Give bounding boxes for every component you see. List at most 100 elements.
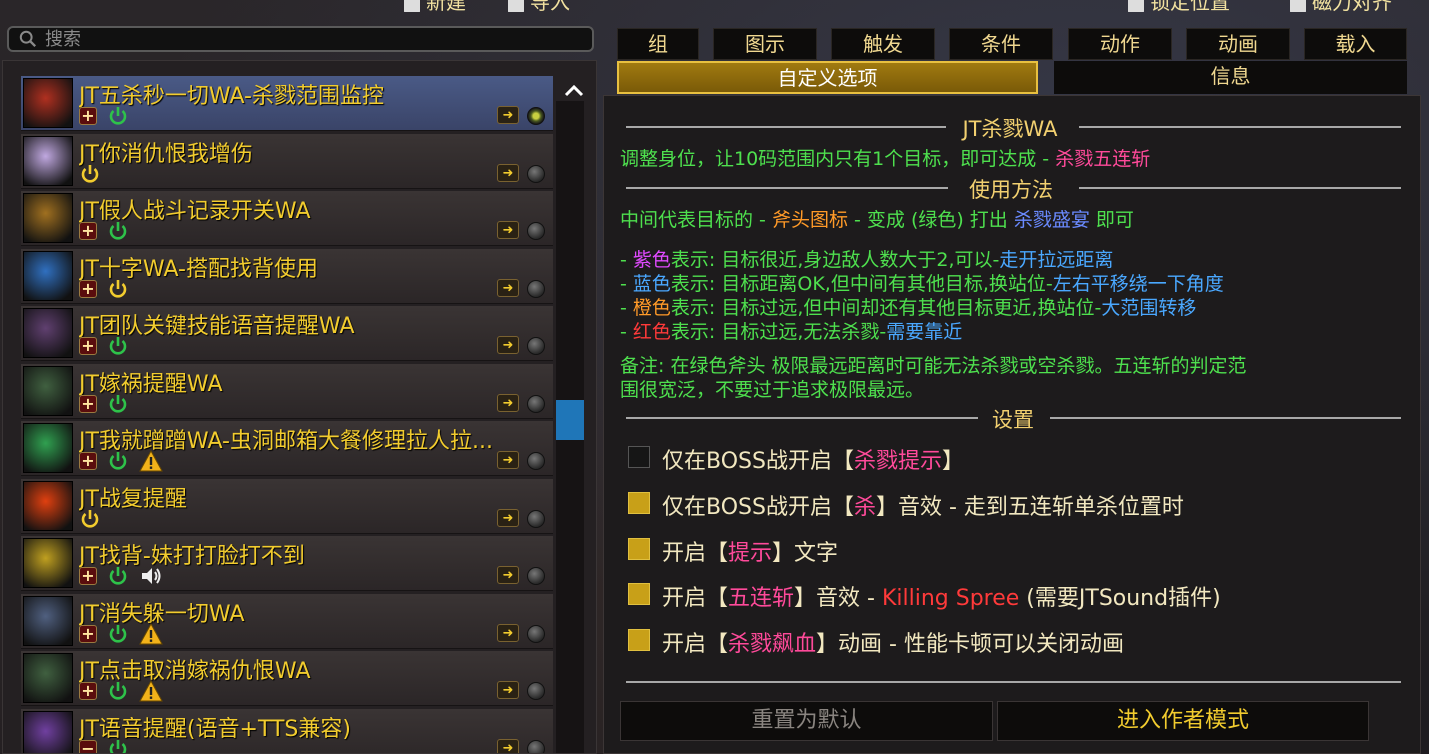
list-item[interactable]: JT你消仇恨我增伤 ➜ — [21, 133, 553, 189]
legend-red: - 红色表示: 目标过远,无法杀戮-需要靠近 — [620, 321, 963, 343]
visibility-toggle-icon[interactable] — [527, 222, 545, 240]
checkbox-boss-kill-hint[interactable] — [628, 446, 650, 468]
expand-button[interactable]: + — [79, 279, 97, 298]
expand-button[interactable]: − — [79, 739, 97, 753]
aura-title: JT嫁祸提醒WA — [79, 371, 223, 397]
list-item[interactable]: JT语音提醒(语音+TTS兼容) − ➜ — [21, 708, 553, 754]
tab-load[interactable]: 载入 — [1304, 28, 1407, 60]
power-icon[interactable] — [107, 565, 129, 587]
power-icon[interactable] — [107, 680, 129, 702]
visibility-toggle-icon[interactable] — [527, 509, 545, 528]
magnet-align-button[interactable]: 磁力对齐 — [1290, 0, 1392, 12]
tab-display[interactable]: 图示 — [713, 28, 817, 60]
aura-controls: + — [79, 392, 129, 416]
tab-actions[interactable]: 动作 — [1068, 28, 1172, 60]
option-boss-kill-sound: 仅在BOSS战开启【杀】音效 - 走到五连斩单杀位置时 — [662, 495, 1184, 520]
search-input[interactable] — [43, 27, 547, 51]
visibility-toggle-icon[interactable] — [527, 624, 545, 643]
arrow-right-icon[interactable]: ➜ — [497, 336, 519, 354]
section-title-main: JT杀戮WA — [962, 117, 1058, 141]
aura-icon — [23, 308, 73, 358]
scrollbar-thumb[interactable] — [556, 400, 584, 440]
power-icon[interactable] — [107, 278, 129, 300]
visibility-toggle-icon[interactable] — [527, 394, 545, 413]
arrow-right-icon[interactable]: ➜ — [497, 451, 519, 469]
aura-controls — [79, 162, 101, 186]
expand-button[interactable]: + — [79, 107, 97, 125]
list-item[interactable]: JT消失躲一切WA + ➜ — [21, 593, 553, 649]
arrow-right-icon[interactable]: ➜ — [497, 623, 519, 642]
tab-animations[interactable]: 动画 — [1186, 28, 1290, 60]
arrow-right-icon[interactable]: ➜ — [497, 508, 519, 527]
checkbox-blood-animation[interactable] — [628, 629, 650, 651]
tab-info[interactable]: 信息 — [1054, 61, 1407, 94]
power-icon[interactable] — [107, 335, 129, 357]
option-hint-text: 开启【提示】文字 — [662, 541, 839, 566]
warning-icon — [139, 450, 163, 472]
power-icon[interactable] — [107, 393, 129, 415]
power-icon[interactable] — [107, 738, 129, 754]
power-icon[interactable] — [107, 623, 129, 645]
aura-title: JT你消仇恨我增伤 — [79, 141, 253, 167]
power-icon[interactable] — [107, 105, 129, 127]
new-button[interactable]: 新建 — [404, 0, 466, 12]
tab-trigger[interactable]: 触发 — [831, 28, 935, 60]
tab-conditions[interactable]: 条件 — [949, 28, 1053, 60]
aura-title: JT五杀秒一切WA-杀戮范围监控 — [79, 84, 384, 109]
author-mode-button[interactable]: 进入作者模式 — [997, 701, 1369, 741]
list-item[interactable]: JT找背-妹打打脸打不到 + ➜ — [21, 536, 553, 591]
arrow-right-icon[interactable]: ➜ — [497, 221, 519, 239]
checkbox-five-kill-sound[interactable] — [628, 583, 650, 605]
tab-group[interactable]: 组 — [617, 28, 699, 60]
aura-controls: + — [79, 449, 163, 473]
expand-button[interactable]: + — [79, 222, 97, 240]
expand-button[interactable]: + — [79, 624, 97, 643]
visibility-toggle-icon[interactable] — [527, 739, 545, 753]
arrow-right-icon[interactable]: ➜ — [497, 738, 519, 753]
reset-default-button[interactable]: 重置为默认 — [620, 701, 993, 741]
aura-icon — [23, 538, 73, 588]
visibility-toggle-icon[interactable] — [527, 279, 545, 298]
expand-button[interactable]: + — [79, 567, 97, 585]
visibility-toggle-icon[interactable] — [527, 682, 545, 700]
visibility-toggle-icon[interactable] — [527, 567, 545, 585]
divider — [1079, 187, 1401, 189]
expand-button[interactable]: + — [79, 337, 97, 355]
list-item[interactable]: JT假人战斗记录开关WA + ➜ — [21, 191, 553, 246]
arrow-right-icon[interactable]: ➜ — [497, 278, 519, 297]
arrow-right-icon[interactable]: ➜ — [497, 393, 519, 412]
list-item[interactable]: JT十字WA-搭配找背使用 + ➜ — [21, 248, 553, 304]
expand-button[interactable]: + — [79, 394, 97, 413]
power-icon[interactable] — [107, 220, 129, 242]
visibility-toggle-icon[interactable] — [527, 452, 545, 470]
search-box[interactable] — [7, 26, 594, 52]
expand-button[interactable]: + — [79, 452, 97, 470]
eye-icon[interactable] — [527, 107, 545, 125]
expand-button[interactable]: + — [79, 682, 97, 700]
list-item[interactable]: JT战复提醒 ➜ — [21, 478, 553, 534]
power-icon[interactable] — [107, 450, 129, 472]
power-icon[interactable] — [79, 163, 101, 185]
tab-custom-options[interactable]: 自定义选项 — [617, 61, 1038, 94]
aura-list: JT五杀秒一切WA-杀戮范围监控 + ➜ JT你消仇恨我增伤 ➜ JT假人战斗记录开关WA… — [2, 60, 597, 754]
visibility-toggle-icon[interactable] — [527, 164, 545, 183]
arrow-right-icon[interactable]: ➜ — [497, 163, 519, 182]
collapse-button[interactable] — [563, 79, 585, 97]
checkbox-hint-text[interactable] — [628, 538, 650, 560]
aura-icon — [23, 78, 73, 128]
lock-position-button[interactable]: 锁定位置 — [1128, 0, 1230, 12]
arrow-right-icon[interactable]: ➜ — [497, 681, 519, 699]
power-icon[interactable] — [79, 508, 101, 530]
list-item[interactable]: JT团队关键技能语音提醒WA + ➜ — [21, 306, 553, 361]
arrow-right-icon[interactable]: ➜ — [497, 106, 519, 124]
import-button[interactable]: 导入 — [508, 0, 570, 12]
list-item[interactable]: JT点击取消嫁祸仇恨WA + ➜ — [21, 651, 553, 706]
visibility-toggle-icon[interactable] — [527, 337, 545, 355]
list-item[interactable]: JT嫁祸提醒WA + ➜ — [21, 363, 553, 419]
checkbox-boss-kill-sound[interactable] — [628, 492, 650, 514]
color-legend: - 紫色表示: 目标很近,身边敌人数大于2,可以-走开拉远距离 - 蓝色表示: … — [620, 248, 1224, 344]
aura-controls — [79, 507, 101, 531]
arrow-right-icon[interactable]: ➜ — [497, 566, 519, 584]
list-item[interactable]: JT我就蹭蹭WA-虫洞邮箱大餐修理拉人拉... + ➜ — [21, 421, 553, 476]
list-item[interactable]: JT五杀秒一切WA-杀戮范围监控 + ➜ — [21, 76, 553, 131]
